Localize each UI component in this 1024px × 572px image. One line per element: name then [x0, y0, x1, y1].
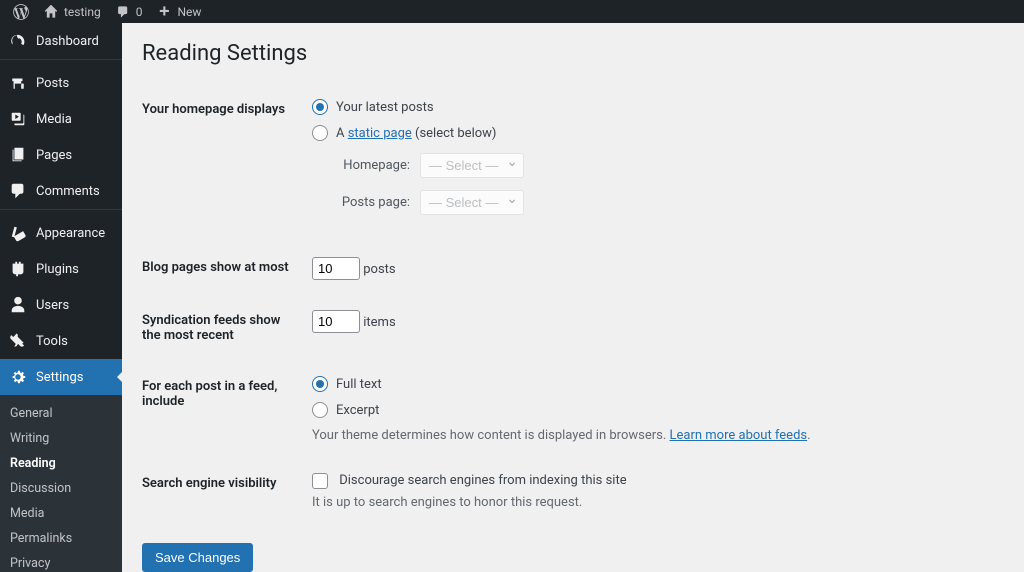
sidebar-item-label: Dashboard — [36, 34, 99, 49]
dashboard-icon — [8, 31, 28, 51]
blog-pages-input[interactable] — [312, 257, 360, 280]
page-icon — [8, 145, 28, 165]
admin-toolbar: testing 0 New — [0, 0, 1024, 23]
sidebar-item-users[interactable]: Users — [0, 287, 122, 323]
save-changes-button[interactable]: Save Changes — [142, 543, 253, 572]
settings-icon — [8, 367, 28, 387]
wp-logo[interactable] — [6, 0, 36, 23]
sidebar-item-label: Appearance — [36, 226, 105, 241]
sidebar-item-label: Media — [36, 112, 72, 127]
sidebar-item-dashboard[interactable]: Dashboard — [0, 23, 122, 59]
sidebar-item-plugins[interactable]: Plugins — [0, 251, 122, 287]
blog-pages-unit: posts — [363, 262, 395, 277]
submenu-discussion[interactable]: Discussion — [0, 476, 122, 501]
radio-static-page[interactable] — [312, 125, 328, 141]
new-content-link[interactable]: New — [149, 0, 208, 23]
syndication-label: Syndication feeds show the most recent — [142, 295, 312, 361]
radio-full-label[interactable]: Full text — [336, 377, 382, 392]
site-name-label: testing — [64, 5, 101, 19]
sev-label: Search engine visibility — [142, 458, 312, 525]
radio-excerpt[interactable] — [312, 402, 328, 418]
sev-description: It is up to search engines to honor this… — [312, 495, 994, 510]
new-label: New — [177, 5, 201, 19]
static-page-link[interactable]: static page — [348, 126, 412, 141]
sidebar-item-label: Tools — [36, 334, 68, 349]
pin-icon — [8, 73, 28, 93]
syndication-unit: items — [363, 315, 395, 330]
feed-include-label: For each post in a feed, include — [142, 361, 312, 458]
admin-sidebar: Dashboard Posts Media Pages Comments App… — [0, 23, 122, 572]
home-icon — [43, 4, 59, 20]
submenu-reading[interactable]: Reading — [0, 451, 122, 476]
homepage-displays-label: Your homepage displays — [142, 84, 312, 242]
brush-icon — [8, 223, 28, 243]
sev-checkbox[interactable] — [312, 473, 328, 489]
sidebar-item-posts[interactable]: Posts — [0, 65, 122, 101]
sidebar-item-appearance[interactable]: Appearance — [0, 215, 122, 251]
media-icon — [8, 109, 28, 129]
radio-static-label[interactable]: A static page (select below) — [336, 126, 496, 141]
postspage-select-label: Posts page: — [332, 195, 410, 210]
submenu-writing[interactable]: Writing — [0, 426, 122, 451]
sev-checkbox-label[interactable]: Discourage search engines from indexing … — [312, 473, 627, 488]
submenu-general[interactable]: General — [0, 401, 122, 426]
sidebar-item-label: Comments — [36, 184, 100, 199]
sidebar-item-settings[interactable]: Settings — [0, 359, 122, 395]
sidebar-item-label: Users — [36, 298, 69, 313]
syndication-input[interactable] — [312, 310, 360, 333]
homepage-select[interactable]: — Select — — [420, 153, 524, 178]
sidebar-item-pages[interactable]: Pages — [0, 137, 122, 173]
comment-icon — [115, 4, 131, 20]
sidebar-item-label: Plugins — [36, 262, 79, 277]
plugin-icon — [8, 259, 28, 279]
sidebar-item-tools[interactable]: Tools — [0, 323, 122, 359]
wordpress-icon — [13, 4, 29, 20]
sidebar-item-media[interactable]: Media — [0, 101, 122, 137]
sidebar-item-label: Posts — [36, 76, 69, 91]
postspage-select[interactable]: — Select — — [420, 190, 524, 215]
submenu-media[interactable]: Media — [0, 501, 122, 526]
submenu-privacy[interactable]: Privacy — [0, 551, 122, 572]
tools-icon — [8, 331, 28, 351]
radio-latest-posts[interactable] — [312, 99, 328, 115]
blog-pages-label: Blog pages show at most — [142, 242, 312, 295]
plus-icon — [156, 4, 172, 20]
comments-link[interactable]: 0 — [108, 0, 150, 23]
feed-description: Your theme determines how content is dis… — [312, 428, 994, 443]
radio-latest-label[interactable]: Your latest posts — [336, 100, 434, 115]
homepage-select-label: Homepage: — [332, 158, 410, 173]
learn-more-feeds-link[interactable]: Learn more about feeds — [670, 428, 808, 443]
submenu-permalinks[interactable]: Permalinks — [0, 526, 122, 551]
main-content: Reading Settings Your homepage displays … — [122, 23, 1024, 572]
comments-icon — [8, 181, 28, 201]
radio-excerpt-label[interactable]: Excerpt — [336, 403, 379, 418]
settings-submenu: General Writing Reading Discussion Media… — [0, 395, 122, 572]
users-icon — [8, 295, 28, 315]
site-name-link[interactable]: testing — [36, 0, 108, 23]
comments-count: 0 — [136, 5, 143, 19]
radio-full-text[interactable] — [312, 376, 328, 392]
sidebar-item-label: Pages — [36, 148, 72, 163]
sidebar-item-label: Settings — [36, 370, 83, 385]
page-title: Reading Settings — [142, 41, 1004, 66]
sidebar-item-comments[interactable]: Comments — [0, 173, 122, 209]
